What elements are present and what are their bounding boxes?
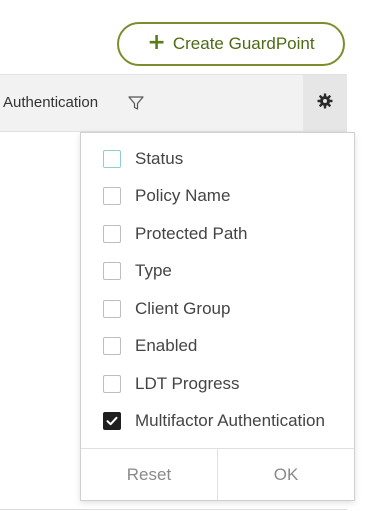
- column-option-protected-path[interactable]: Protected Path: [103, 222, 247, 246]
- checkbox-multifactor-authentication[interactable]: [103, 412, 121, 430]
- checkbox-policy-name[interactable]: [103, 187, 121, 205]
- column-option-multifactor-authentication[interactable]: Multifactor Authentication: [103, 409, 325, 433]
- column-option-label: Client Group: [135, 299, 231, 318]
- ok-button[interactable]: OK: [217, 449, 354, 500]
- column-option-client-group[interactable]: Client Group: [103, 297, 230, 321]
- checkbox-ldt-progress[interactable]: [103, 375, 121, 393]
- checkmark-icon: [106, 416, 118, 426]
- table-header: Authentication: [0, 74, 347, 132]
- column-option-policy-name[interactable]: Policy Name: [103, 184, 230, 208]
- column-option-label: Type: [135, 261, 172, 280]
- column-option-label: LDT Progress: [135, 374, 240, 393]
- create-guardpoint-label: Create GuardPoint: [172, 34, 315, 53]
- column-option-status[interactable]: Status: [103, 147, 183, 171]
- checkbox-protected-path[interactable]: [103, 225, 121, 243]
- column-option-label: Policy Name: [135, 186, 231, 205]
- column-option-type[interactable]: Type: [103, 259, 172, 283]
- column-option-ldt-progress[interactable]: LDT Progress: [103, 372, 240, 396]
- column-option-label: Enabled: [135, 336, 198, 355]
- page: + Create GuardPoint Authentication Statu…: [0, 0, 369, 511]
- column-chooser-menu: Status Policy Name Protected Path Type C…: [80, 132, 355, 501]
- divider: [0, 509, 347, 510]
- checkbox-status[interactable]: [103, 150, 121, 168]
- plus-icon: +: [147, 30, 166, 55]
- checkbox-type[interactable]: [103, 262, 121, 280]
- column-option-label: Multifactor Authentication: [135, 411, 325, 430]
- column-menu-footer: Reset OK: [81, 448, 354, 500]
- filter-icon[interactable]: [127, 94, 145, 112]
- create-guardpoint-button[interactable]: + Create GuardPoint: [117, 22, 345, 66]
- column-option-enabled[interactable]: Enabled: [103, 334, 197, 358]
- column-option-label: Protected Path: [135, 224, 248, 243]
- column-header-authentication[interactable]: Authentication: [3, 94, 98, 111]
- column-option-label: Status: [135, 149, 184, 168]
- column-settings-button[interactable]: [303, 75, 347, 131]
- reset-button[interactable]: Reset: [81, 449, 217, 500]
- checkbox-client-group[interactable]: [103, 300, 121, 318]
- gear-icon: [317, 93, 333, 114]
- checkbox-enabled[interactable]: [103, 337, 121, 355]
